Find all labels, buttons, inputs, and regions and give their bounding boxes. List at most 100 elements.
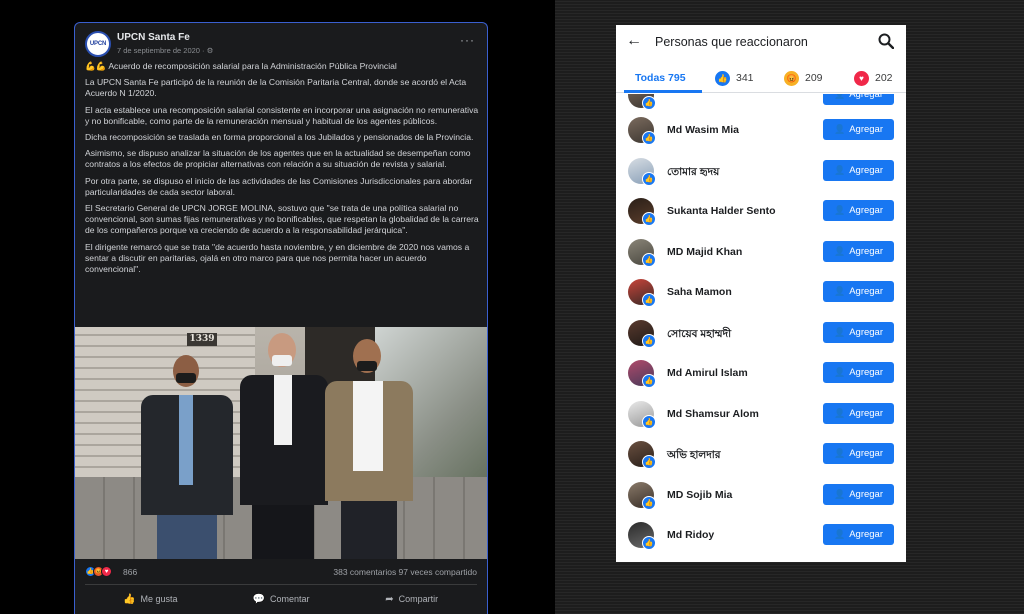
reaction-tabs: Todas 795 👍 341 😡 209 ♥ 202	[616, 63, 906, 93]
add-friend-button[interactable]: 👤 Agregar	[823, 403, 894, 424]
add-friend-button[interactable]: 👤 Agregar	[823, 160, 894, 181]
add-friend-label: Agregar	[849, 408, 884, 419]
page-avatar[interactable]: UPCN	[85, 31, 111, 57]
logo-text: UPCN	[89, 41, 107, 47]
comment-button[interactable]: 💬 Comentar	[216, 589, 347, 609]
person-name[interactable]: MD Majid Khan	[667, 246, 742, 258]
post-paragraph: La UPCN Santa Fe participó de la reunión…	[85, 77, 467, 99]
post-photo[interactable]: 1339	[75, 327, 487, 559]
add-friend-icon: 👤	[833, 489, 846, 499]
add-friend-icon: 👤	[833, 529, 846, 539]
person-name[interactable]: Md Wasim Mia	[667, 124, 739, 136]
person-name[interactable]: Md Shamsur Alom	[667, 408, 759, 420]
person-name[interactable]: অভি হালদার	[667, 448, 721, 465]
love-icon: ♥	[101, 566, 112, 577]
add-friend-icon: 👤	[833, 367, 846, 377]
post-paragraph: El Secretario General de UPCN JORGE MOLI…	[85, 203, 479, 236]
like-icon: 👍	[642, 415, 656, 429]
add-friend-label: Agregar	[849, 246, 884, 257]
post-paragraph: El dirigente remarcó que se trata "de ac…	[85, 241, 470, 275]
share-button[interactable]: ➦ Compartir	[346, 589, 477, 609]
like-icon: 👍	[642, 455, 656, 469]
add-friend-icon: 👤	[833, 408, 846, 418]
like-icon: 👍	[642, 172, 656, 186]
tab-angry[interactable]: 😡 209	[784, 63, 823, 93]
like-button[interactable]: 👍 Me gusta	[85, 589, 216, 609]
list-item: 👍 সোয়েব মহাম্মদী 👤 Agregar	[616, 314, 906, 354]
add-friend-label: Agregar	[849, 327, 884, 338]
share-icon: ➦	[385, 593, 394, 605]
tab-love[interactable]: ♥ 202	[854, 63, 893, 93]
add-friend-icon: 👤	[833, 246, 846, 256]
add-friend-button[interactable]: 👤 Agregar	[823, 443, 894, 464]
list-item: 👍 Sukanta Halder Sento 👤 Agregar	[616, 192, 906, 232]
reaction-count[interactable]: 866	[123, 567, 137, 577]
people-list: 👍 👤 Agregar 👍 Md Wasim Mia 👤 Agregar 👍 ত…	[616, 94, 906, 562]
add-friend-label: Agregar	[849, 286, 884, 297]
add-friend-button[interactable]: 👤 Agregar	[823, 281, 894, 302]
more-icon[interactable]: ···	[460, 33, 475, 47]
add-friend-button[interactable]: 👤 Agregar	[823, 524, 894, 545]
list-item: 👍 অভি হালদার 👤 Agregar	[616, 435, 906, 475]
add-friend-icon: 👤	[833, 286, 846, 296]
comment-button-label: Comentar	[269, 594, 310, 604]
like-icon: 👍	[642, 96, 656, 110]
post-date[interactable]: 7 de septiembre de 2020 · ⚙	[117, 46, 213, 55]
like-icon: 👍	[123, 593, 136, 605]
post-paragraph: Por otra parte, se dispuso el inicio de …	[85, 175, 473, 197]
post-paragraph: El acta establece una recomposición sala…	[85, 104, 479, 126]
add-friend-button[interactable]: 👤 Agregar	[823, 119, 894, 140]
list-item: 👍 Saha Mamon 👤 Agregar	[616, 273, 906, 313]
person-name[interactable]: সোয়েব মহাম্মদী	[667, 327, 731, 344]
add-friend-label: Agregar	[849, 124, 884, 135]
add-friend-button[interactable]: 👤 Agregar	[823, 322, 894, 343]
comment-icon: 💬	[252, 593, 265, 605]
search-icon[interactable]	[878, 33, 894, 49]
reactions-bar[interactable]: 👍 😡 ♥ 866 383 comentarios 97 veces compa…	[85, 566, 477, 580]
tab-like-count: 341	[736, 72, 754, 84]
add-friend-label: Agregar	[849, 448, 884, 459]
add-friend-button[interactable]: 👤 Agregar	[823, 484, 894, 505]
facebook-post: UPCN UPCN Santa Fe 7 de septiembre de 20…	[74, 22, 488, 614]
photo-person	[323, 339, 415, 559]
page-name[interactable]: UPCN Santa Fe	[117, 32, 190, 43]
like-icon: 👍	[715, 70, 730, 86]
post-paragraph: Asimismo, se dispuso analizar la situaci…	[85, 148, 471, 170]
person-name[interactable]: তোমার হৃদয়	[667, 165, 719, 182]
post-header: UPCN UPCN Santa Fe 7 de septiembre de 20…	[85, 31, 477, 61]
add-friend-icon: 👤	[833, 165, 846, 175]
add-friend-label: Agregar	[849, 165, 884, 176]
reactions-panel: ← Personas que reaccionaron Todas 795 👍 …	[616, 25, 906, 562]
add-friend-button[interactable]: 👤 Agregar	[823, 241, 894, 262]
love-icon: ♥	[854, 70, 869, 86]
list-item: 👍 Md Amirul Islam 👤 Agregar	[616, 354, 906, 394]
tab-all[interactable]: Todas 795	[635, 63, 686, 93]
reaction-icons: 👍 😡 ♥	[85, 566, 112, 577]
tab-love-count: 202	[875, 72, 893, 84]
person-name[interactable]: Md Amirul Islam	[667, 367, 748, 379]
tab-like[interactable]: 👍 341	[715, 63, 754, 93]
person-name[interactable]: Sukanta Halder Sento	[667, 205, 776, 217]
add-friend-button[interactable]: 👤 Agregar	[823, 200, 894, 221]
add-friend-icon: 👤	[833, 94, 846, 99]
add-friend-label: Agregar	[849, 205, 884, 216]
back-arrow-icon[interactable]: ←	[626, 32, 642, 50]
add-friend-button[interactable]: 👤 Agregar	[823, 362, 894, 383]
post-paragraph: Dicha recomposición se traslada en forma…	[85, 132, 474, 143]
like-icon: 👍	[642, 334, 656, 348]
tab-all-label: Todas 795	[635, 72, 686, 84]
person-name[interactable]: MD Sojib Mia	[667, 489, 732, 501]
person-name[interactable]: Saha Mamon	[667, 286, 732, 298]
share-button-label: Compartir	[398, 594, 439, 604]
add-friend-label: Agregar	[849, 529, 884, 540]
like-icon: 👍	[642, 536, 656, 550]
angry-icon: 😡	[784, 70, 799, 86]
add-friend-icon: 👤	[833, 124, 846, 134]
like-icon: 👍	[642, 496, 656, 510]
like-icon: 👍	[642, 293, 656, 307]
person-name[interactable]: Md Ridoy	[667, 529, 714, 541]
add-friend-button[interactable]: 👤 Agregar	[823, 94, 894, 105]
engagement-summary[interactable]: 383 comentarios 97 veces compartido	[333, 567, 477, 577]
like-icon: 👍	[642, 253, 656, 267]
list-item: 👍 Md Ridoy 👤 Agregar	[616, 516, 906, 556]
